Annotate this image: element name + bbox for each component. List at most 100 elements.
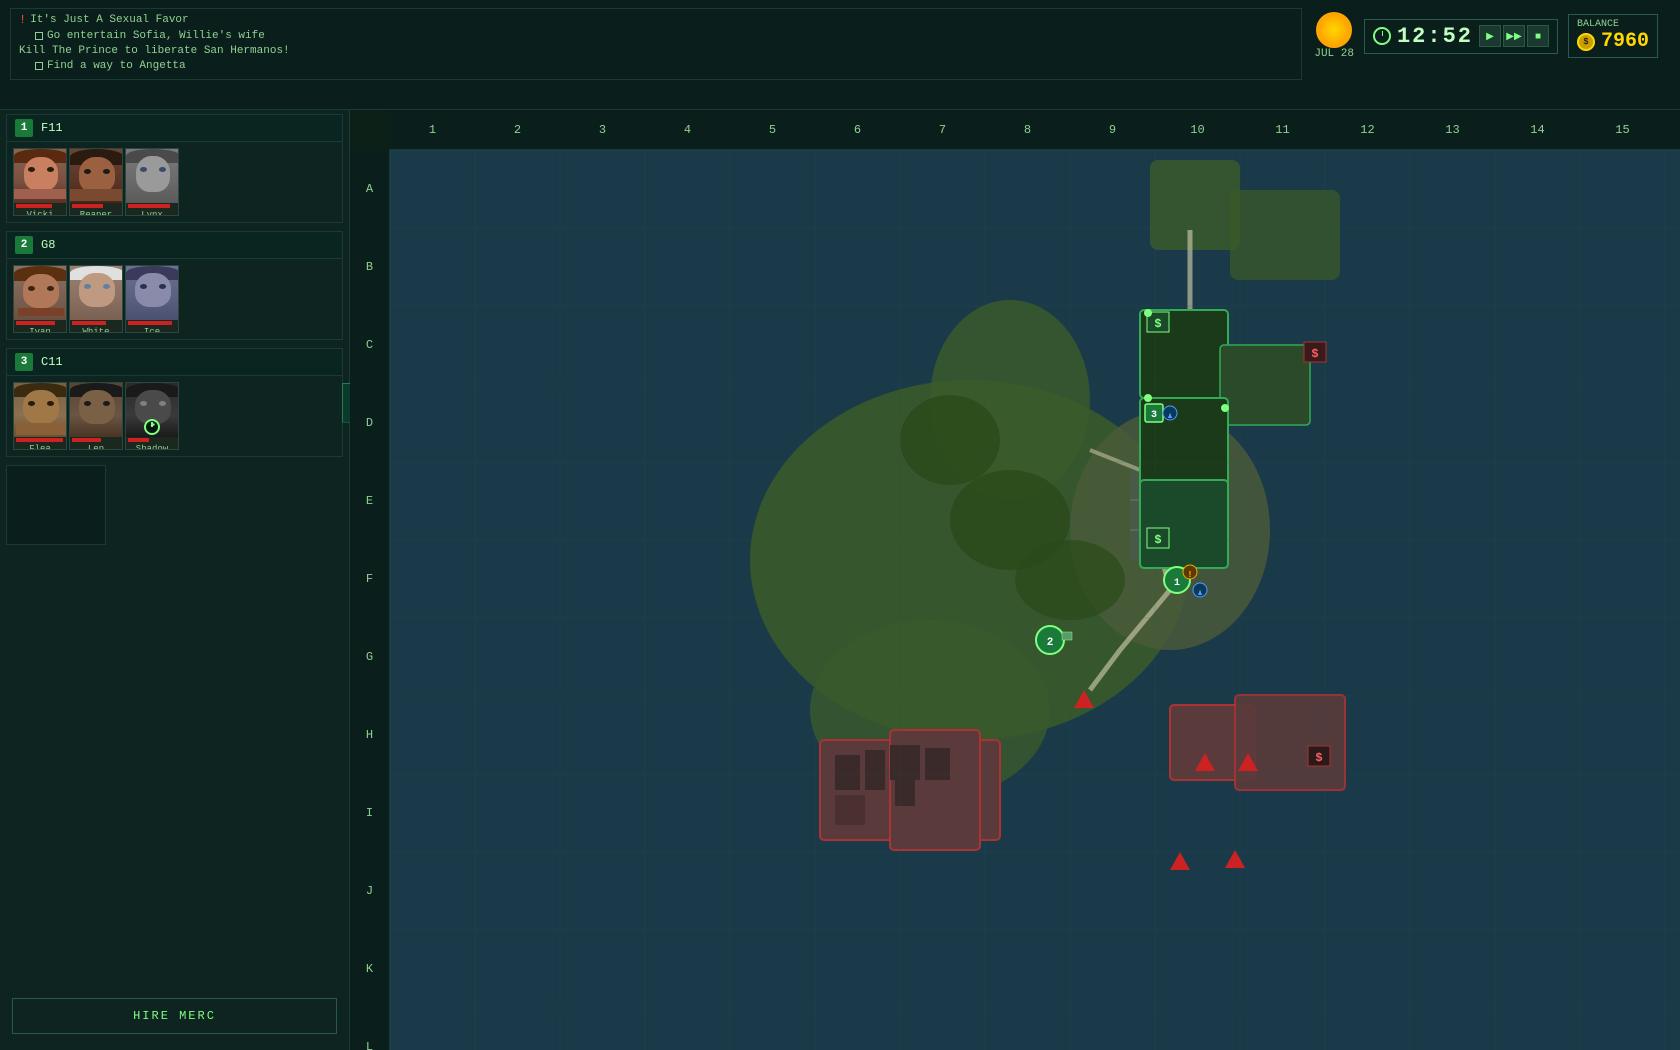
row-header-C: C [350,306,389,384]
svg-text:$: $ [1315,751,1322,765]
merc-portrait-reaper[interactable]: Reaper [69,148,123,216]
alert-icon: ! [19,13,26,27]
balance-box: BALANCE $ 7960 [1568,14,1658,58]
squad-1-members: Vicki Reaper [7,142,342,222]
flea-name: Flea [14,443,66,450]
objective-line-2: Go entertain Sofia, Willie's wife [19,30,1293,42]
date-display: JUL 28 [1314,48,1354,60]
col-header-6: 6 [815,123,900,137]
whitewolf-name: White Wolf [70,326,122,333]
svg-text:$: $ [1154,317,1161,331]
shadow-name: Shadow [126,443,178,450]
objective-text-4: Find a way to Angetta [47,60,186,72]
len-name: Len [70,443,122,450]
merc-portrait-flea[interactable]: Flea [13,382,67,450]
svg-text:$: $ [1154,533,1161,547]
col-header-11: 11 [1240,123,1325,137]
merc-portrait-ice[interactable]: Ice [125,265,179,333]
col-header-2: 2 [475,123,560,137]
squad-1-section: 1 F11 Vicki [6,114,343,223]
squad-1-number: 1 [15,119,33,137]
squad-3-name: C11 [41,355,63,369]
shadow-clock-overlay [126,419,178,435]
row-headers: ABCDEFGHIJKL [350,150,390,1050]
squad-2-number: 2 [15,236,33,254]
weather-sun-icon [1316,12,1352,48]
reaper-face [70,149,123,203]
stop-button[interactable]: ■ [1527,25,1549,47]
merc-portrait-whitewolf[interactable]: White Wolf [69,265,123,333]
squad-2-header: 2 G8 [7,232,342,259]
vicki-detail [14,149,67,203]
hire-merc-button[interactable]: HIRE MERC [12,998,337,1034]
svg-text:♟: ♟ [1198,589,1203,598]
merc-portrait-shadow[interactable]: Shadow [125,382,179,450]
squad-2-members: Ivan White Wolf [7,259,342,339]
objective-text-3: Kill The Prince to liberate San Hermanos… [19,45,290,57]
col-header-3: 3 [560,123,645,137]
time-controls: ▶ ▶▶ ■ [1479,25,1549,47]
map-svg: 2 $ $ $ $ [390,150,1680,1050]
squad-3-number: 3 [15,353,33,371]
column-headers: 123456789101112131415 [390,110,1680,150]
merc-portrait-lynx[interactable]: Lynx [125,148,179,216]
row-header-J: J [350,852,389,930]
time-box: 12:52 ▶ ▶▶ ■ [1364,19,1558,54]
row-header-D: D [350,384,389,462]
whitewolf-hp-bar [72,321,106,325]
whitewolf-face [70,266,123,320]
ice-detail [126,266,179,320]
row-header-F: F [350,540,389,618]
len-face [70,383,123,437]
flea-hp-bar [16,438,63,442]
vicki-face [14,149,67,203]
left-panel: 1 F11 Vicki [0,110,350,1050]
merc-portrait-vicki[interactable]: Vicki [13,148,67,216]
whitewolf-detail [70,266,123,320]
col-header-12: 12 [1325,123,1410,137]
objective-text-2: Go entertain Sofia, Willie's wife [47,30,265,42]
ice-name: Ice [126,326,178,333]
col-header-8: 8 [985,123,1070,137]
map-grid[interactable]: 2 $ $ $ $ [390,150,1680,1050]
row-header-H: H [350,696,389,774]
reaper-name: Reaper [70,209,122,216]
ivan-face [14,266,67,320]
lynx-detail [126,149,179,203]
lynx-face [126,149,179,203]
lynx-name: Lynx [126,209,178,216]
objective-line-1: ! It's Just A Sexual Favor [19,13,1293,27]
time-balance-panel: JUL 28 12:52 ▶ ▶▶ ■ BALANCE $ 7960 [1302,8,1670,64]
squad-2-name: G8 [41,238,55,252]
len-detail [70,383,123,437]
squad-3-section: 3 C11 Flea [6,348,343,457]
clock-icon [1373,27,1391,45]
ice-face [126,266,179,320]
col-header-14: 14 [1495,123,1580,137]
col-header-13: 13 [1410,123,1495,137]
balance-amount: 7960 [1601,30,1649,53]
ivan-hp-bar [16,321,55,325]
map-area[interactable]: 123456789101112131415 ABCDEFGHIJKL [350,110,1680,1050]
row-header-E: E [350,462,389,540]
merc-portrait-len[interactable]: Len [69,382,123,450]
svg-text:!: ! [1187,570,1192,580]
col-header-1: 1 [390,123,475,137]
merc-portrait-ivan[interactable]: Ivan [13,265,67,333]
shadow-hp-bar [128,438,149,442]
checkbox-2 [35,62,43,70]
row-header-A: A [350,150,389,228]
top-bar: ! It's Just A Sexual Favor Go entertain … [0,0,1680,110]
svg-text:$: $ [1311,347,1318,361]
objective-text-1: It's Just A Sexual Favor [30,14,188,26]
len-hp-bar [72,438,101,442]
lynx-hp-bar [128,204,170,208]
col-header-15: 15 [1580,123,1665,137]
svg-text:1: 1 [1174,578,1180,589]
extra-slot [6,465,106,545]
svg-text:2: 2 [1047,637,1054,649]
play-button[interactable]: ▶ [1479,25,1501,47]
vicki-hp-bar [16,204,52,208]
fast-forward-button[interactable]: ▶▶ [1503,25,1525,47]
col-header-7: 7 [900,123,985,137]
